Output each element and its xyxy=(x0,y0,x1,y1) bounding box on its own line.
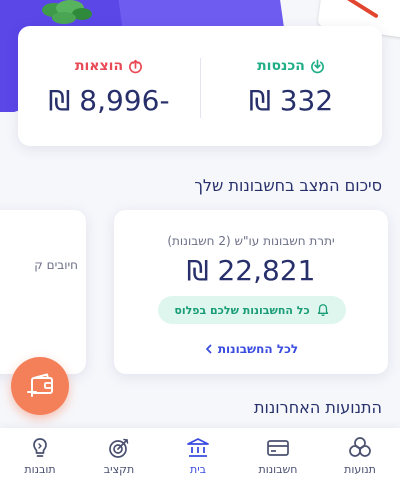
summary-divider xyxy=(200,58,201,118)
checking-balance-card[interactable]: יתרת חשבונות עו"ש (2 חשבונות) 22,821 ₪ כ… xyxy=(114,210,388,374)
nav-item-insights[interactable]: תובנות xyxy=(10,436,70,476)
status-badge: כל החשבונות שלכם בפלוס xyxy=(158,296,346,324)
all-accounts-link[interactable]: לכל החשבונות xyxy=(114,342,388,356)
nav-label-transactions: תנועות xyxy=(344,463,376,476)
nav-item-budget[interactable]: תקציב xyxy=(89,436,149,476)
chevron-left-icon xyxy=(205,344,212,354)
nav-label-insights: תובנות xyxy=(24,463,56,476)
income-expense-card[interactable]: הכנסות 332 ₪ הוצאות -8,996 ₪ xyxy=(18,26,382,146)
all-accounts-link-label: לכל החשבונות xyxy=(217,342,299,356)
expense-label: הוצאות xyxy=(74,58,124,74)
income-amount: 332 ₪ xyxy=(248,84,334,117)
balance-subtitle: יתרת חשבונות עו"ש (2 חשבונות) xyxy=(167,234,335,248)
nav-label-home: בית xyxy=(189,463,207,476)
expense-amount: -8,996 ₪ xyxy=(48,84,170,117)
target-icon xyxy=(109,438,129,458)
bank-icon xyxy=(187,438,209,457)
nav-item-transactions[interactable]: תנועות xyxy=(330,436,390,476)
arrow-down-circle-icon xyxy=(310,59,324,73)
upcoming-charges-card[interactable]: חיובים ק xyxy=(0,210,86,374)
lightbulb-icon xyxy=(33,438,47,457)
income-summary[interactable]: הכנסות 332 ₪ xyxy=(200,26,382,146)
expense-summary[interactable]: הוצאות -8,996 ₪ xyxy=(18,26,200,146)
recent-transactions-title: התנועות האחרונות xyxy=(254,398,382,417)
balance-amount: 22,821 ₪ xyxy=(186,254,316,287)
plant-illustration xyxy=(42,0,92,24)
income-label-row: הכנסות xyxy=(200,58,382,74)
nav-label-budget: תקציב xyxy=(103,463,135,476)
expense-label-row: הוצאות xyxy=(18,58,200,74)
upcoming-charges-label: חיובים ק xyxy=(34,258,78,272)
income-label: הכנסות xyxy=(257,58,305,74)
bottom-nav: תנועות חשבונות בית תקציב תובנות xyxy=(0,428,400,486)
credit-card-icon xyxy=(267,440,289,456)
arrow-up-circle-icon xyxy=(129,59,143,73)
transactions-icon xyxy=(349,437,371,457)
nav-item-home[interactable]: בית xyxy=(168,436,228,476)
app-screen: הכנסות 332 ₪ הוצאות -8,996 ₪ סיכום המצב … xyxy=(0,0,400,486)
nav-label-accounts: חשבונות xyxy=(258,463,298,476)
status-text: כל החשבונות שלכם בפלוס xyxy=(174,303,310,317)
wallet-add-icon xyxy=(27,373,53,397)
bell-icon xyxy=(317,304,328,317)
accounts-section-title: סיכום המצב בחשבונות שלך xyxy=(194,176,382,195)
add-wallet-button[interactable] xyxy=(11,357,69,415)
nav-item-accounts[interactable]: חשבונות xyxy=(248,436,308,476)
